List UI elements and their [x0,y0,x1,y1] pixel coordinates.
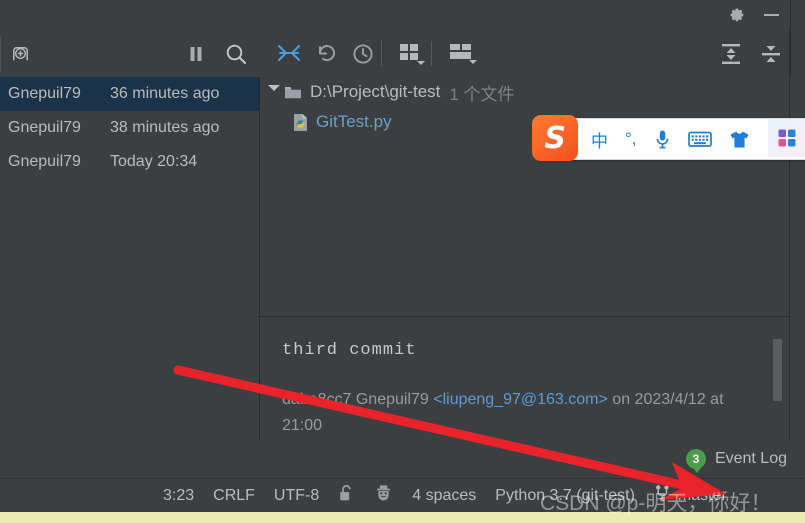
toolbar-left-edge [0,36,1,71]
python-file-icon [292,113,309,132]
history-clock-icon[interactable] [351,42,375,66]
commit-author-email[interactable]: <liupeng_97@163.com> [433,391,608,408]
toolbar-right-edge [790,30,791,77]
expand-all-icon[interactable] [719,42,743,66]
event-log-bar: 3 Event Log [0,441,805,478]
event-log-button[interactable]: 3 Event Log [685,449,787,473]
bottom-yellow-strip [0,512,805,523]
commit-metadata: daba8cc7 Gnepuil79 <liupeng_97@163.com> … [282,387,752,439]
commit-detail-panel: third commit daba8cc7 Gnepuil79 <liupeng… [260,317,790,441]
ime-items: 中 °, [591,127,750,152]
file-encoding[interactable]: UTF-8 [274,487,319,505]
ime-punctuation-toggle[interactable]: °, [625,129,637,149]
commit-hash: daba8cc7 [282,391,352,408]
git-branch-icon [654,484,671,508]
commit-on-word: on [612,391,631,408]
commit-list[interactable]: Gnepuil79 36 minutes ago Gnepuil79 38 mi… [0,77,260,441]
commit-date: 36 minutes ago [110,85,220,102]
unlocked-padlock-icon[interactable] [338,484,355,508]
event-log-label: Event Log [714,450,787,467]
tshirt-skin-icon[interactable] [729,130,750,149]
collapse-all-icon[interactable] [759,42,783,66]
tree-file-count: 1 个文件 [449,84,515,104]
tree-file-name: GitTest.py [316,112,392,131]
line-separator[interactable]: CRLF [213,487,255,505]
triangle-down-icon[interactable] [266,77,282,107]
four-square-menu-icon[interactable] [768,119,805,157]
pause-icon[interactable] [188,45,204,63]
sogou-logo-icon[interactable]: S [532,115,578,161]
tree-folder-path: D:\Project\git-test [310,82,441,101]
event-log-badge: 3 [685,449,706,473]
changed-files-panel[interactable]: D:\Project\git-test 1 个文件 GitTest.py [260,77,790,317]
vcs-toolbar [0,30,805,78]
layout-rows-dropdown-icon[interactable] [449,42,479,66]
commit-author: Gnepuil79 [8,153,81,170]
commit-row[interactable]: Gnepuil79 38 minutes ago [0,111,259,145]
soft-keyboard-icon[interactable] [687,130,712,148]
microphone-icon[interactable] [654,129,671,149]
search-icon[interactable] [224,42,248,66]
tree-row-folder[interactable]: D:\Project\git-test 1 个文件 [260,77,790,107]
gear-icon[interactable] [727,6,746,25]
git-branch-widget[interactable]: master [654,484,727,508]
commit-date: Today 20:34 [110,153,198,170]
minimize-icon[interactable] [764,14,779,16]
status-bar: 3:23 CRLF UTF-8 4 spaces Python 3.7 (git… [0,478,805,513]
ime-language-toggle[interactable]: 中 [591,127,608,152]
commit-row[interactable]: Gnepuil79 Today 20:34 [0,145,259,179]
git-branch-name: master [677,487,727,504]
toolbar-left-group [0,30,259,77]
window-controls [727,0,779,30]
commit-author: Gnepuil79 [8,85,81,102]
indent-setting[interactable]: 4 spaces [412,487,476,505]
collapse-arrows-icon[interactable] [277,42,301,64]
status-bar-items: 3:23 CRLF UTF-8 4 spaces Python 3.7 (git… [163,479,727,513]
toolbar-right-group [259,30,805,77]
folder-icon [284,85,302,100]
commit-author: Gnepuil79 [8,119,81,136]
toolbar-separator-1 [381,41,382,66]
commit-date: 38 minutes ago [110,119,220,136]
window-title-strip [0,0,805,30]
inspection-hat-icon[interactable] [374,484,393,508]
revert-icon[interactable] [315,42,339,64]
top-strip-divider [790,0,791,30]
commit-detail-author: Gnepuil79 [355,391,429,408]
toolbar-separator-2 [431,41,432,66]
new-branch-icon[interactable] [8,41,33,66]
commit-message: third commit [282,341,417,360]
caret-position[interactable]: 3:23 [163,487,194,505]
sogou-ime-toolbar[interactable]: S 中 °, [532,115,805,161]
layout-grid-dropdown-icon[interactable] [399,42,427,66]
python-interpreter[interactable]: Python 3.7 (git-test) [495,487,635,505]
commit-row[interactable]: Gnepuil79 36 minutes ago [0,77,259,111]
vertical-scrollbar[interactable] [773,339,782,401]
